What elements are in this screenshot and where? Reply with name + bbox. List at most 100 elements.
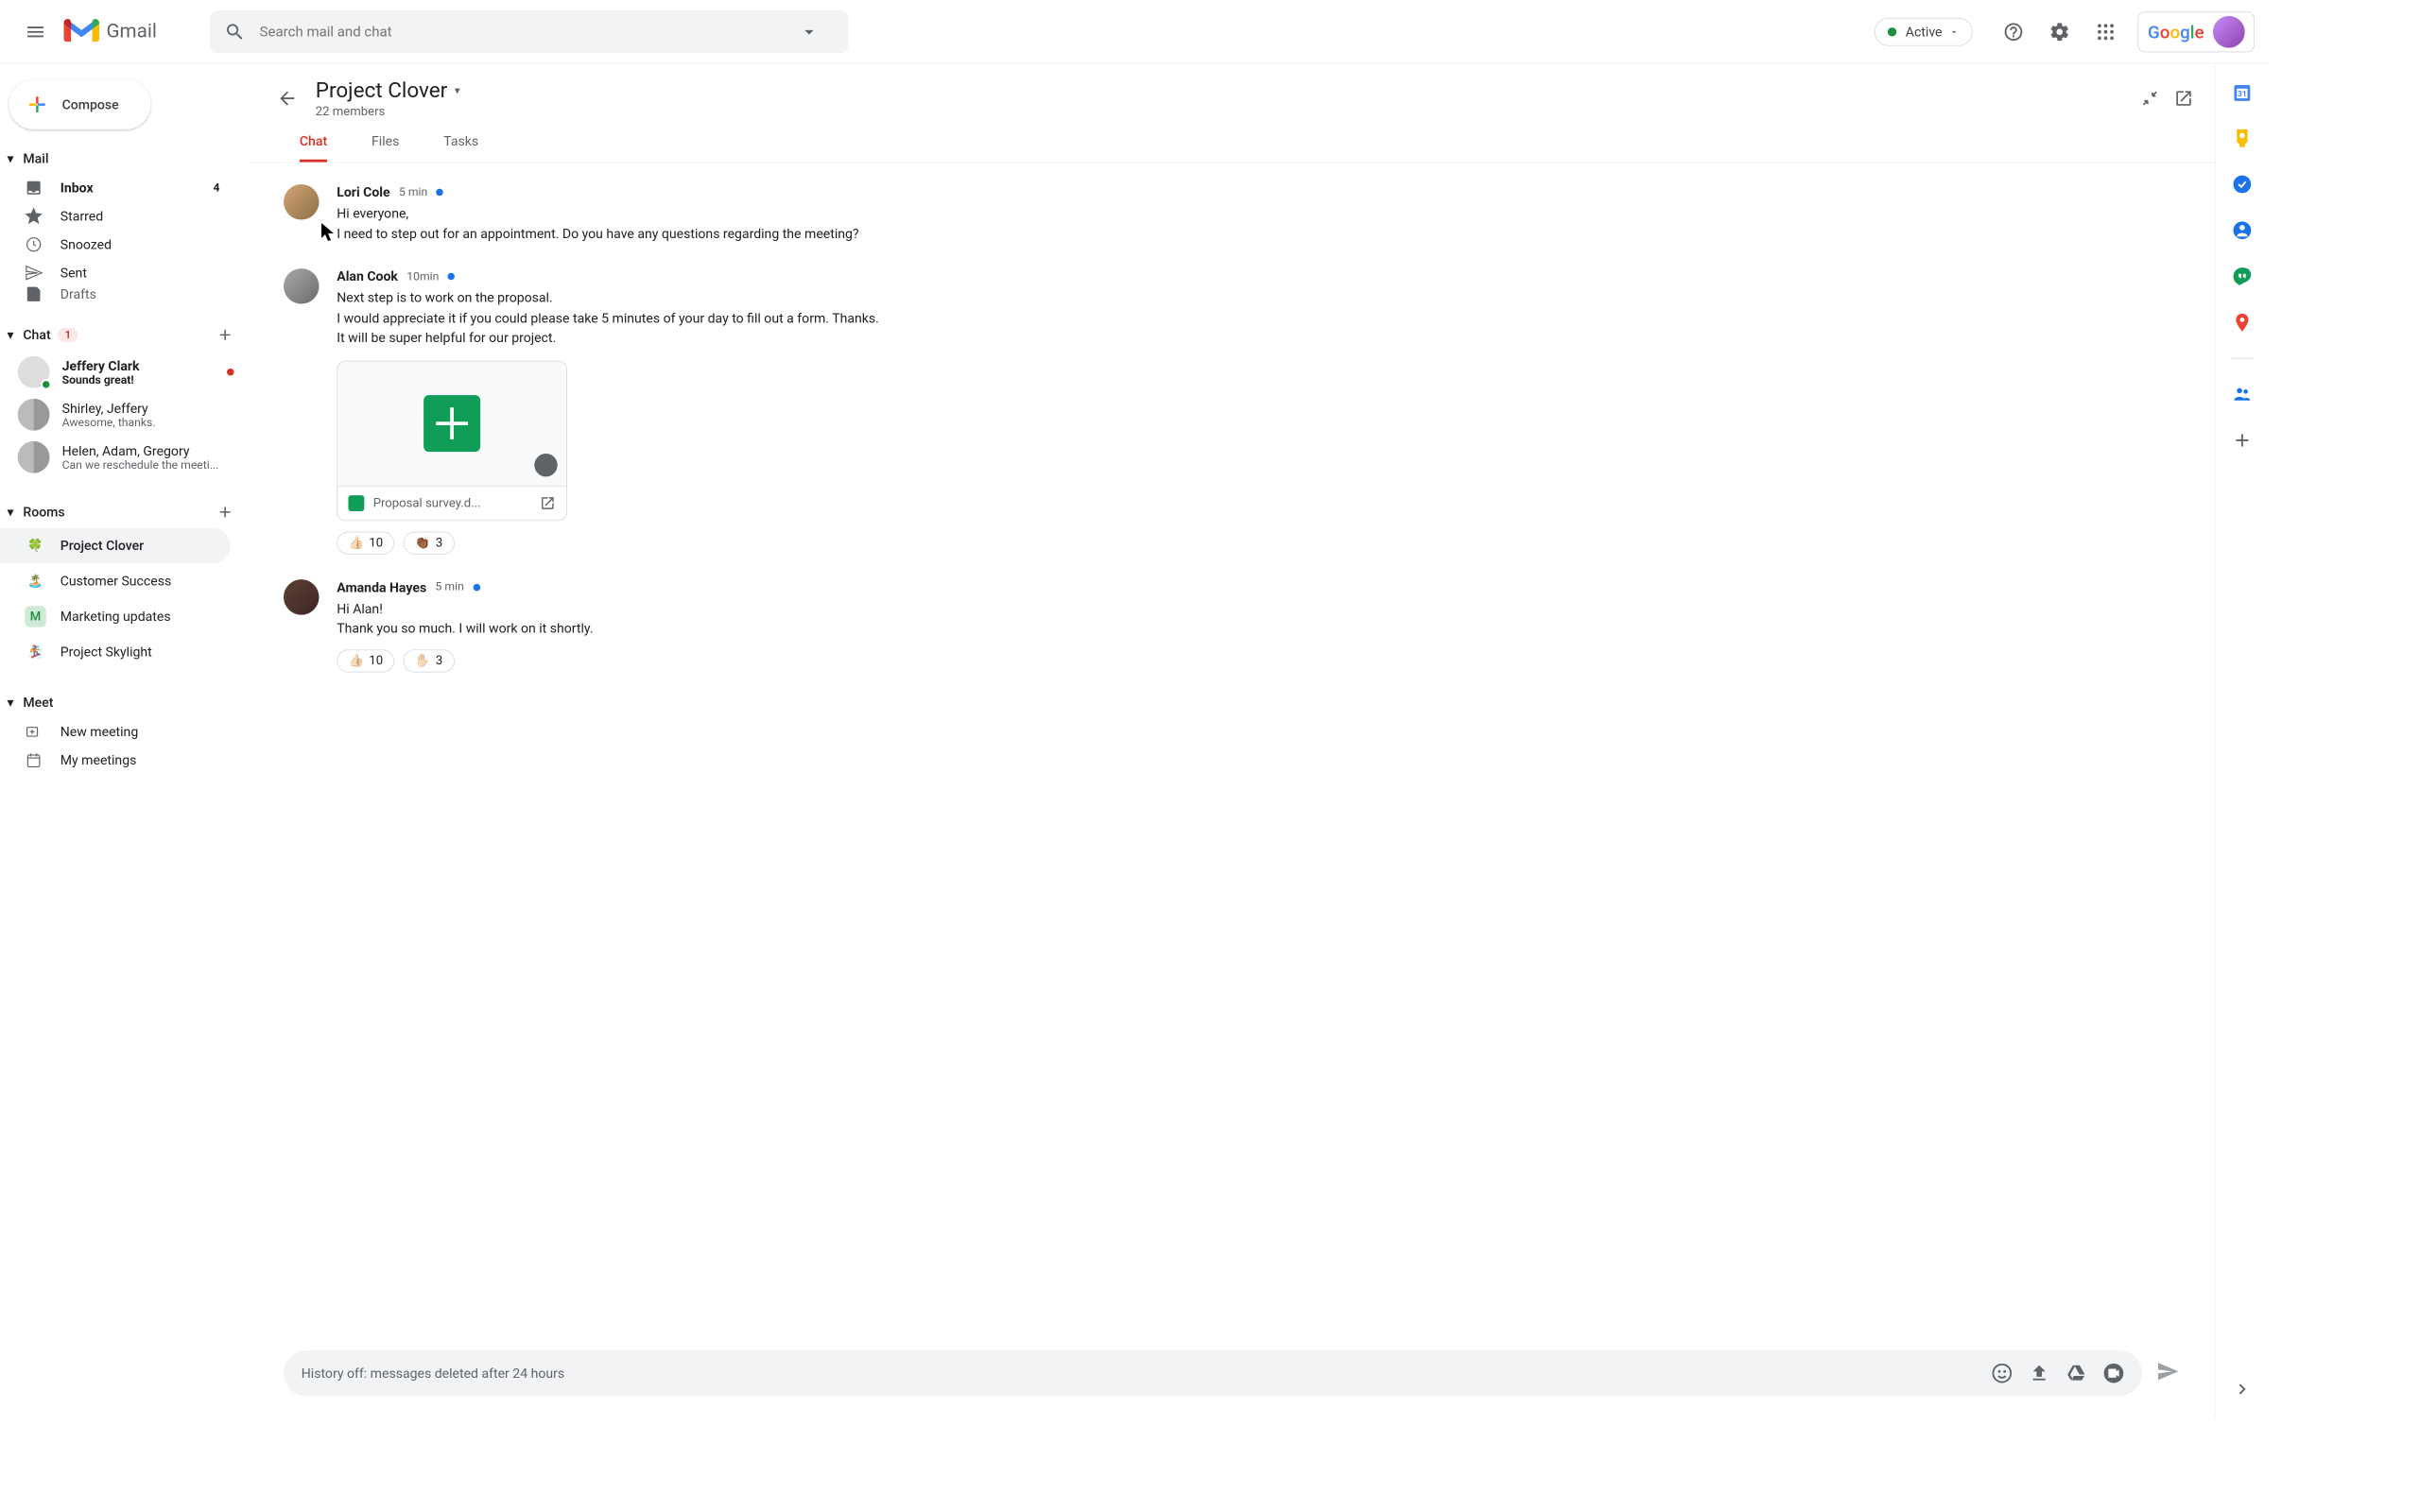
avatar bbox=[284, 579, 320, 615]
message: Alan Cook 10min Next step is to work on th… bbox=[284, 268, 2179, 554]
emoji-icon[interactable] bbox=[1992, 1363, 2014, 1384]
new-indicator bbox=[437, 189, 444, 197]
rooms-section-header[interactable]: ▾ Rooms bbox=[0, 496, 249, 528]
message-time: 10min bbox=[406, 269, 439, 283]
search-icon bbox=[224, 21, 246, 43]
avatar bbox=[18, 356, 50, 388]
add-room-button[interactable] bbox=[216, 504, 234, 522]
room-item[interactable]: 🏝️Customer Success bbox=[0, 563, 231, 599]
new-indicator bbox=[473, 583, 480, 591]
inbox-icon bbox=[25, 179, 43, 197]
side-panel: 31 bbox=[2216, 64, 2269, 1418]
nav-sent[interactable]: Sent bbox=[0, 259, 234, 287]
chat-item[interactable]: Helen, Adam, GregoryCan we reschedule th… bbox=[0, 436, 249, 478]
send-button[interactable] bbox=[2156, 1360, 2179, 1386]
add-addon-icon[interactable] bbox=[2232, 430, 2254, 452]
room-icon: 🏂 bbox=[25, 642, 46, 663]
apps-button[interactable] bbox=[2088, 14, 2124, 50]
drive-icon[interactable] bbox=[2066, 1363, 2087, 1384]
sheets-icon bbox=[424, 395, 480, 452]
new-indicator bbox=[448, 273, 456, 281]
arrow-back-icon bbox=[277, 88, 299, 110]
collapse-panel-icon[interactable] bbox=[2232, 1379, 2254, 1400]
caret-down-icon: ▾ bbox=[8, 327, 18, 343]
chat-section-header[interactable]: ▾ Chat 1 bbox=[0, 319, 249, 352]
reaction-chip[interactable]: 👍🏻10 bbox=[337, 531, 394, 554]
room-icon: M bbox=[25, 606, 46, 627]
calendar-icon[interactable]: 31 bbox=[2232, 81, 2254, 103]
open-new-window-icon[interactable] bbox=[2174, 89, 2194, 109]
message-author: Lori Cole bbox=[337, 184, 389, 200]
chat-item[interactable]: Shirley, JefferyAwesome, thanks. bbox=[0, 393, 249, 436]
hamburger-menu[interactable] bbox=[14, 10, 57, 53]
chat-item[interactable]: Jeffery ClarkSounds great! bbox=[0, 351, 249, 393]
room-item[interactable]: MMarketing updates bbox=[0, 599, 231, 635]
support-button[interactable] bbox=[1996, 14, 2032, 50]
status-label: Active bbox=[1906, 24, 1943, 40]
message: Amanda Hayes5 minHi Alan!Thank you so mu… bbox=[284, 579, 2179, 672]
avatar bbox=[18, 399, 50, 431]
contacts-icon[interactable] bbox=[2232, 220, 2254, 242]
message-time: 5 min bbox=[399, 185, 427, 198]
collapse-icon[interactable] bbox=[2140, 89, 2160, 109]
search-bar[interactable] bbox=[210, 10, 848, 53]
mail-section-header[interactable]: ▾ Mail bbox=[0, 144, 249, 174]
maps-icon[interactable] bbox=[2232, 312, 2254, 334]
account-switcher[interactable]: Google bbox=[2138, 11, 2255, 52]
snoozed-icon bbox=[25, 235, 43, 253]
room-icon: 🍀 bbox=[25, 535, 46, 557]
tasks-icon[interactable] bbox=[2232, 174, 2254, 196]
reaction-chip[interactable]: 👍🏻10 bbox=[337, 649, 394, 672]
svg-text:31: 31 bbox=[2238, 90, 2247, 99]
nav-inbox[interactable]: Inbox4 bbox=[0, 174, 234, 202]
message-text: Hi Alan!Thank you so much. I will work o… bbox=[337, 598, 2179, 638]
room-title[interactable]: Project Clover ▾ bbox=[316, 78, 2140, 103]
app-name: Gmail bbox=[107, 21, 157, 43]
caret-down-icon: ▾ bbox=[8, 150, 18, 166]
message-author: Alan Cook bbox=[337, 268, 398, 284]
settings-button[interactable] bbox=[2042, 14, 2078, 50]
message: Lori Cole5 minHi everyone,I need to step… bbox=[284, 184, 2179, 244]
back-button[interactable] bbox=[269, 80, 305, 116]
attachment-name: Proposal survey.d... bbox=[373, 496, 540, 510]
message-text: Next step is to work on the proposal.I w… bbox=[337, 288, 2179, 348]
meet-my-meetings[interactable]: My meetings bbox=[0, 746, 234, 774]
status-dot-icon bbox=[1888, 27, 1896, 36]
keep-icon[interactable] bbox=[2232, 128, 2254, 149]
starred-icon bbox=[25, 207, 43, 225]
room-member-count[interactable]: 22 members bbox=[316, 105, 2140, 119]
hangouts-icon[interactable] bbox=[2232, 266, 2254, 287]
gmail-logo[interactable]: Gmail bbox=[64, 18, 157, 44]
contacts-group-icon[interactable] bbox=[2232, 384, 2254, 405]
room-icon: 🏝️ bbox=[25, 571, 46, 593]
tab-chat[interactable]: Chat bbox=[300, 133, 327, 163]
sidebar: Compose ▾ Mail Inbox4StarredSnoozedSentD… bbox=[0, 64, 249, 1418]
reaction-chip[interactable]: 👏🏾3 bbox=[404, 531, 455, 554]
nav-snoozed[interactable]: Snoozed bbox=[0, 231, 234, 259]
room-item[interactable]: 🍀Project Clover bbox=[0, 528, 231, 564]
compose-button[interactable]: Compose bbox=[9, 79, 150, 129]
sent-icon bbox=[25, 264, 43, 282]
chevron-down-icon bbox=[1949, 26, 1960, 37]
reaction-chip[interactable]: ✋🏻3 bbox=[404, 649, 455, 672]
room-item[interactable]: 🏂Project Skylight bbox=[0, 634, 231, 670]
video-meet-icon[interactable] bbox=[2103, 1363, 2125, 1384]
search-options-icon[interactable] bbox=[799, 21, 821, 43]
attachment-card[interactable]: Proposal survey.d... bbox=[337, 360, 567, 521]
tab-tasks[interactable]: Tasks bbox=[443, 133, 478, 163]
sheets-mini-icon bbox=[348, 495, 364, 511]
search-input[interactable] bbox=[260, 23, 799, 40]
open-external-icon[interactable] bbox=[540, 495, 556, 511]
upload-icon[interactable] bbox=[2029, 1363, 2050, 1384]
add-chat-button[interactable] bbox=[216, 326, 234, 344]
status-selector[interactable]: Active bbox=[1875, 17, 1973, 45]
user-avatar[interactable] bbox=[2213, 15, 2245, 47]
meet-new-meeting[interactable]: New meeting bbox=[0, 717, 234, 746]
tab-files[interactable]: Files bbox=[372, 133, 399, 163]
nav-starred[interactable]: Starred bbox=[0, 202, 234, 231]
avatar bbox=[284, 184, 320, 220]
meet-section-header[interactable]: ▾ Meet bbox=[0, 688, 249, 718]
message-input[interactable]: History off: messages deleted after 24 h… bbox=[284, 1350, 2142, 1397]
message-author: Amanda Hayes bbox=[337, 579, 426, 595]
caret-down-icon: ▾ bbox=[8, 504, 18, 520]
